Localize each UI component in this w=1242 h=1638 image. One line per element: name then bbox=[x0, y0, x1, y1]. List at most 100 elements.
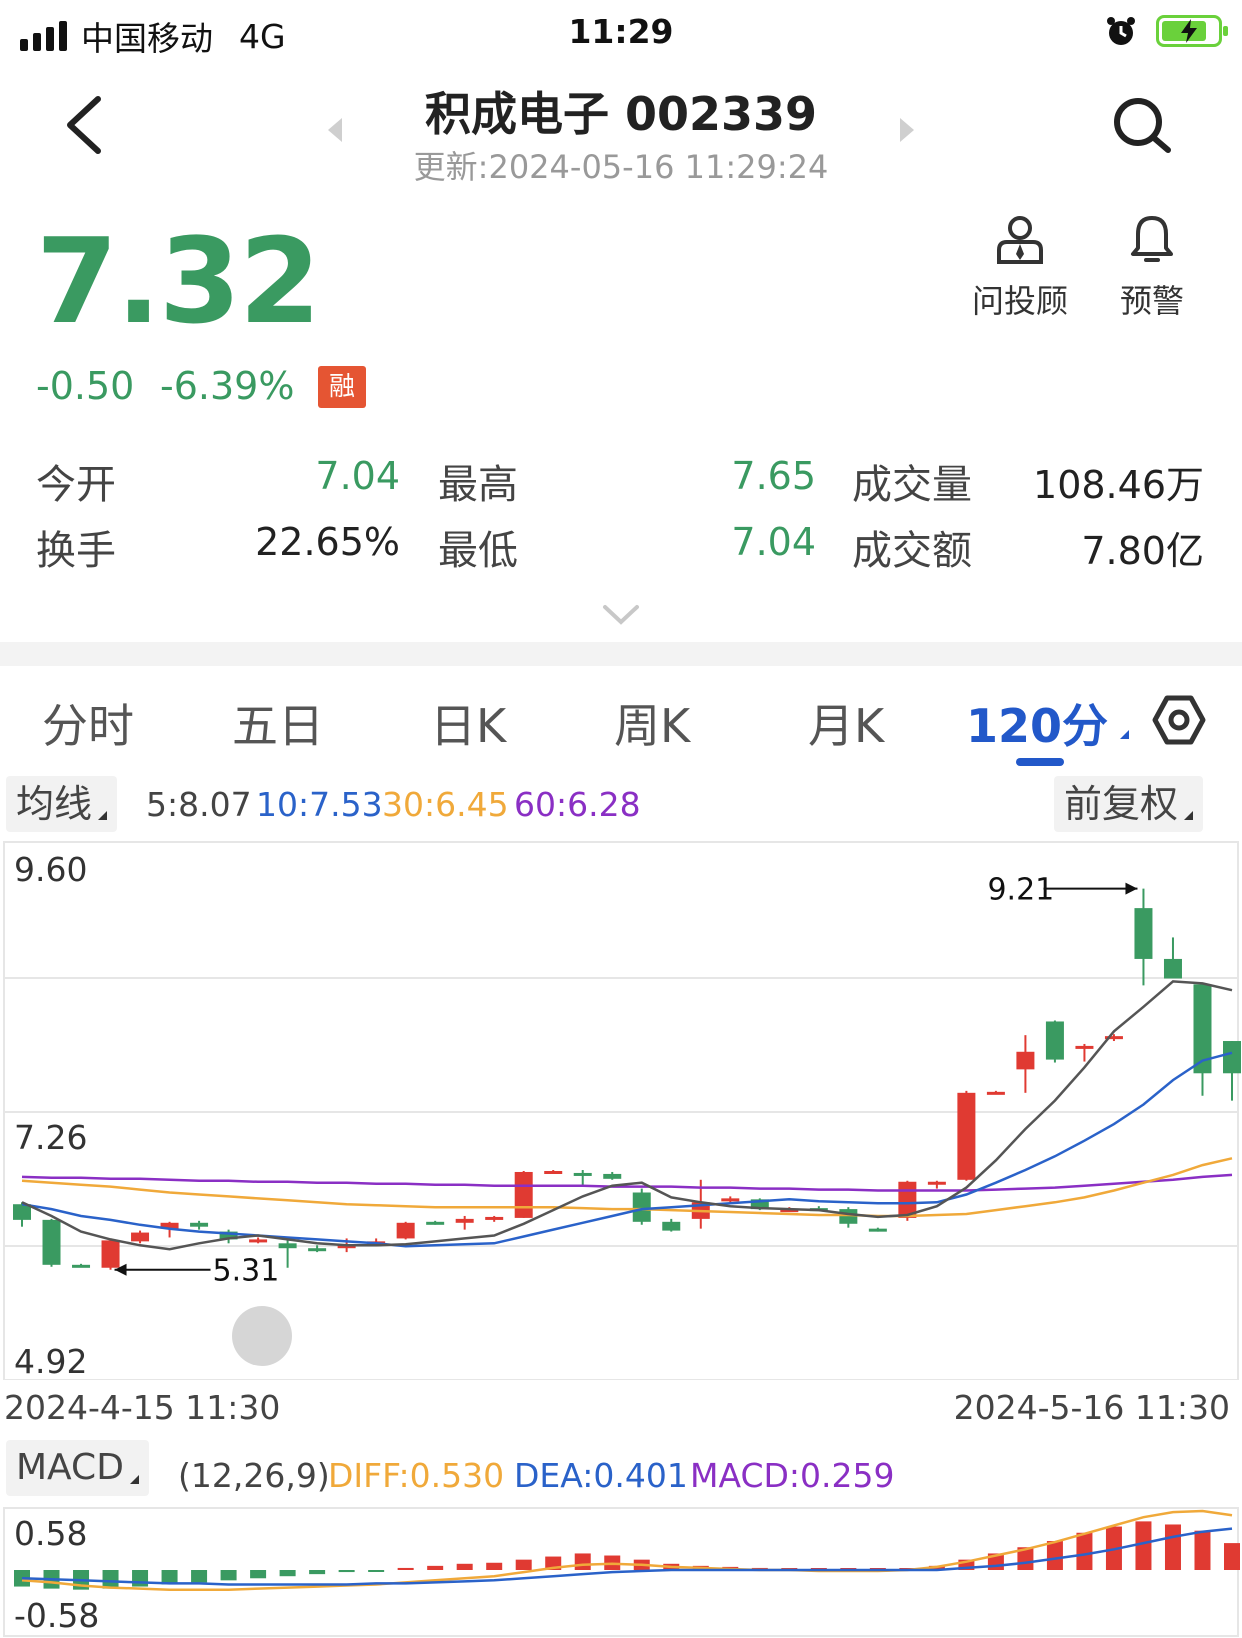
adjust-label: 前复权 bbox=[1064, 782, 1179, 826]
macd-params: (12,26,9) bbox=[178, 1456, 330, 1495]
expand-chevron-icon[interactable] bbox=[602, 604, 640, 626]
candle-body bbox=[308, 1248, 327, 1252]
settings-hexagon-icon[interactable] bbox=[1152, 694, 1206, 746]
status-bar: 中国移动 4G 11:29 bbox=[0, 0, 1242, 62]
macd-histogram-bar bbox=[309, 1570, 326, 1575]
macd-histogram-bar bbox=[250, 1570, 267, 1579]
y-axis-mid: 7.26 bbox=[14, 1118, 88, 1157]
tab-five-day[interactable]: 五日 bbox=[232, 690, 324, 756]
macd-histogram-bar bbox=[1046, 1541, 1063, 1570]
active-tab-indicator bbox=[1016, 758, 1064, 766]
y-axis-max: 9.60 bbox=[14, 850, 88, 889]
candle-body bbox=[278, 1243, 297, 1249]
macd-histogram-bar bbox=[515, 1559, 532, 1570]
low-value: 7.04 bbox=[731, 520, 816, 564]
macd-histogram-bar bbox=[456, 1563, 473, 1570]
candle-body bbox=[868, 1228, 887, 1232]
macd-y-max: 0.58 bbox=[14, 1514, 88, 1553]
candle-body bbox=[632, 1192, 651, 1222]
margin-badge: 融 bbox=[318, 366, 366, 408]
price-change: -0.50 bbox=[36, 364, 135, 408]
candle-body bbox=[485, 1216, 504, 1220]
tab-daily-k[interactable]: 日K bbox=[430, 690, 506, 756]
adjust-selector-button[interactable]: 前复权 bbox=[1054, 776, 1204, 832]
update-time: 更新:2024-05-16 11:29:24 bbox=[413, 148, 829, 186]
macd-diff: DIFF:0.530 bbox=[328, 1456, 505, 1495]
macd-histogram-bar bbox=[1194, 1530, 1211, 1570]
tab-monthly-k[interactable]: 月K bbox=[808, 690, 884, 756]
x-axis-start: 2024-4-15 11:30 bbox=[4, 1388, 281, 1427]
macd-histogram-bar bbox=[1224, 1543, 1240, 1570]
candle-body bbox=[42, 1219, 61, 1265]
ma30-value: 30:6.45 bbox=[382, 785, 509, 824]
alarm-icon bbox=[1107, 17, 1135, 45]
annotation-arrow bbox=[1125, 882, 1138, 895]
candle-body bbox=[1016, 1051, 1035, 1070]
macd-histogram-bar bbox=[220, 1570, 237, 1581]
candle-body bbox=[986, 1091, 1005, 1095]
open-label: 今开 bbox=[36, 462, 116, 508]
high-label: 最高 bbox=[438, 462, 518, 508]
candle-body bbox=[1223, 1041, 1241, 1074]
macd-histogram-bar bbox=[397, 1567, 414, 1570]
advisor-label: 问投顾 bbox=[971, 282, 1068, 320]
price-change-pct: -6.39% bbox=[160, 364, 295, 408]
macd-histogram-bar bbox=[368, 1570, 385, 1572]
candle-body bbox=[573, 1172, 592, 1176]
candle-body bbox=[1045, 1021, 1064, 1060]
ma60-line bbox=[21, 1173, 1233, 1192]
candle-body bbox=[455, 1218, 474, 1223]
turnover-label: 换手 bbox=[36, 528, 116, 574]
open-value: 7.04 bbox=[315, 454, 400, 498]
candle-body bbox=[514, 1171, 533, 1218]
battery-icon bbox=[1156, 15, 1228, 47]
macd-macd: MACD:0.259 bbox=[690, 1456, 895, 1495]
candle-body bbox=[72, 1264, 91, 1268]
right-triangle-icon[interactable] bbox=[900, 118, 914, 142]
macd-histogram-bar bbox=[574, 1553, 591, 1570]
candle-body bbox=[396, 1222, 415, 1239]
alert-button[interactable]: 预警 bbox=[1097, 214, 1207, 322]
ma60-value: 60:6.28 bbox=[514, 785, 641, 824]
macd-histogram-bar bbox=[1076, 1532, 1093, 1570]
macd-button-label: MACD bbox=[16, 1447, 124, 1488]
low-label: 最低 bbox=[438, 528, 518, 574]
advisor-button[interactable]: 问投顾 bbox=[965, 214, 1075, 322]
macd-histogram-bar bbox=[132, 1570, 149, 1587]
advisor-icon bbox=[997, 216, 1043, 264]
candle-body bbox=[1134, 908, 1153, 959]
candle-body bbox=[662, 1221, 681, 1231]
ma10-value: 10:7.53 bbox=[256, 785, 383, 824]
y-axis-min: 4.92 bbox=[14, 1342, 88, 1381]
macd-selector-button[interactable]: MACD bbox=[6, 1440, 149, 1496]
macd-histogram-bar bbox=[1164, 1524, 1181, 1570]
status-right bbox=[1104, 14, 1228, 48]
ma-button-label: 均线 bbox=[16, 782, 93, 826]
candle-body bbox=[190, 1222, 209, 1227]
tab-dropdown-icon[interactable] bbox=[1120, 730, 1129, 739]
search-icon[interactable] bbox=[1112, 96, 1174, 154]
current-price: 7.32 bbox=[36, 212, 321, 350]
candle-body bbox=[101, 1240, 120, 1268]
section-divider bbox=[0, 642, 1242, 666]
tab-weekly-k[interactable]: 周K bbox=[614, 690, 690, 756]
candle-body bbox=[1075, 1045, 1094, 1049]
volume-value: 108.46万 bbox=[1033, 463, 1204, 507]
stock-title: 积成电子 002339 bbox=[424, 87, 818, 141]
crosshair-handle[interactable] bbox=[232, 1306, 292, 1366]
volume-label: 成交量 bbox=[852, 462, 972, 508]
macd-histogram-bar bbox=[279, 1570, 296, 1577]
ma-selector-button[interactable]: 均线 bbox=[6, 776, 118, 832]
ma10-line bbox=[21, 1051, 1233, 1248]
candle-body bbox=[426, 1221, 445, 1225]
high-value: 7.65 bbox=[731, 454, 816, 498]
tab-intraday[interactable]: 分时 bbox=[42, 690, 134, 756]
candle-body bbox=[249, 1239, 268, 1243]
candle-body bbox=[1163, 958, 1182, 979]
macd-chart[interactable] bbox=[0, 1506, 1242, 1638]
tab-120min[interactable]: 120分 bbox=[966, 690, 1108, 756]
candlestick-chart[interactable]: 9.21 5.31 bbox=[0, 840, 1242, 1380]
amount-value: 7.80亿 bbox=[1081, 529, 1204, 573]
annotation-label: 9.21 bbox=[987, 873, 1054, 908]
macd-histogram-bar bbox=[486, 1562, 503, 1570]
